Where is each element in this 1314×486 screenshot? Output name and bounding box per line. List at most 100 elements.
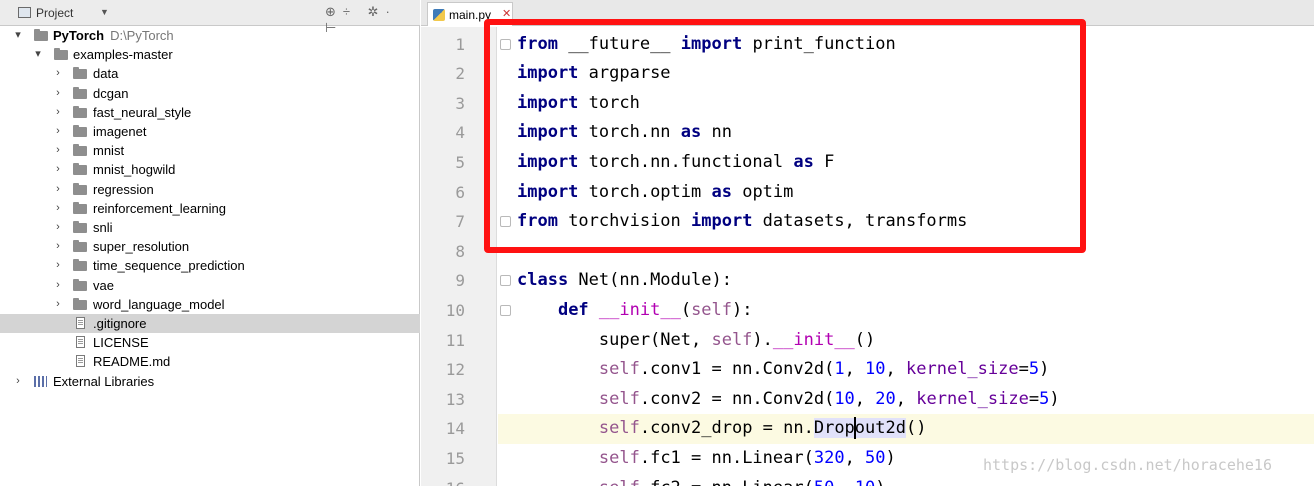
tree-item-label: mnist_hogwild (93, 162, 176, 178)
tree-item-file[interactable]: README.md (0, 352, 420, 371)
collapsed-arrow-icon[interactable]: › (52, 199, 64, 218)
code-text: self.conv1 = nn.Conv2d(1, 10, kernel_siz… (598, 359, 1050, 380)
watermark: https://blog.csdn.net/horacehe16 (983, 456, 1272, 474)
collapsed-arrow-icon[interactable]: › (52, 256, 64, 275)
code-line[interactable]: import torch.nn.functional as F (498, 148, 1314, 178)
folder-icon (73, 240, 87, 253)
code-line[interactable]: self.fc2 = nn.Linear(50, 10) (498, 474, 1314, 486)
code-text: import torch (517, 92, 640, 113)
line-number: 12 (445, 360, 465, 380)
tree-item-time-sequence-prediction[interactable]: › time_sequence_prediction (0, 256, 420, 275)
tree-item-file[interactable]: .gitignore (0, 314, 420, 333)
tree-item-super-resolution[interactable]: › super_resolution (0, 237, 420, 256)
tree-item-vae[interactable]: › vae (0, 276, 420, 295)
tree-item-examples-master[interactable]: ▾ examples-master (0, 45, 420, 64)
tree-item-word-language-model[interactable]: › word_language_model (0, 295, 420, 314)
tree-item-imagenet[interactable]: › imagenet (0, 122, 420, 141)
file-icon (76, 336, 85, 349)
tree-item-fast-neural-style[interactable]: › fast_neural_style (0, 103, 420, 122)
tree-item-label: examples-master (73, 47, 173, 63)
code-line[interactable]: def __init__(self): (498, 296, 1314, 326)
tree-item-mnist-hogwild[interactable]: › mnist_hogwild (0, 160, 420, 179)
tree-item-mnist[interactable]: › mnist (0, 141, 420, 160)
folder-icon (73, 278, 87, 291)
tree-item-regression[interactable]: › regression (0, 180, 420, 199)
tree-item-data[interactable]: › data (0, 64, 420, 83)
code-line[interactable]: class Net(nn.Module): (498, 266, 1314, 296)
collapsed-arrow-icon[interactable]: › (52, 103, 64, 122)
collapsed-arrow-icon[interactable]: › (52, 180, 64, 199)
collapsed-arrow-icon[interactable]: › (52, 84, 64, 103)
line-number: 6 (455, 182, 465, 202)
file-icon (76, 355, 85, 368)
code-line[interactable]: import argparse (498, 59, 1314, 89)
code-line[interactable]: import torch.nn as nn (498, 118, 1314, 148)
code-text: import torch.nn.functional as F (517, 152, 835, 172)
code-text: def __init__(self): (557, 300, 753, 320)
expand-arrow-icon[interactable]: ▾ (12, 26, 24, 45)
tree-item-label: data (93, 66, 119, 82)
code-line[interactable] (498, 237, 1314, 267)
tree-item-label: External Libraries (53, 373, 155, 389)
chevron-down-icon[interactable]: ▼ (100, 7, 109, 17)
fold-marker-icon[interactable] (500, 275, 511, 287)
code-line[interactable]: super(Net, self).__init__() (498, 326, 1314, 356)
collapsed-arrow-icon[interactable]: › (52, 141, 64, 160)
tree-item-dcgan[interactable]: › dcgan (0, 84, 420, 103)
fold-marker-icon[interactable] (500, 305, 511, 316)
code-editor[interactable]: from __future__ import print_function imp… (498, 27, 1314, 486)
project-view-icon (18, 7, 31, 18)
line-number: 15 (445, 449, 465, 468)
tree-item-root[interactable]: ▾ PyTorch D:\PyTorch (0, 26, 420, 45)
project-view-title[interactable]: Project (36, 6, 73, 20)
folder-icon (73, 297, 87, 310)
collapsed-arrow-icon[interactable]: › (52, 237, 64, 256)
tree-item-reinforcement-learning[interactable]: › reinforcement_learning (0, 199, 420, 218)
code-line[interactable]: self.conv1 = nn.Conv2d(1, 10, kernel_siz… (498, 355, 1314, 385)
tree-item-label: snli (93, 220, 113, 235)
collapsed-arrow-icon[interactable]: › (52, 276, 64, 295)
code-line[interactable]: import torch.optim as optim (498, 178, 1314, 208)
code-text: self.conv2 = nn.Conv2d(10, 20, kernel_si… (598, 388, 1060, 409)
code-line[interactable]: import torch (498, 89, 1314, 119)
folder-icon (73, 86, 87, 99)
tree-item-label: README.md (93, 354, 171, 370)
fold-marker-icon[interactable] (500, 216, 511, 228)
tab-label: main.py (449, 8, 492, 22)
collapsed-arrow-icon[interactable]: › (52, 160, 64, 179)
folder-icon (73, 105, 87, 118)
code-line[interactable]: self.conv2 = nn.Conv2d(10, 20, kernel_si… (498, 385, 1314, 415)
fold-marker-icon[interactable] (500, 38, 511, 50)
close-icon[interactable]: ✕ (502, 7, 511, 20)
tree-item-snli[interactable]: › snli (0, 218, 420, 237)
folder-icon (73, 163, 87, 176)
tree-item-file[interactable]: LICENSE (0, 333, 420, 352)
code-line[interactable]: self.conv2_drop = nn.Dropout2d() (498, 414, 1314, 444)
tree-item-label: imagenet (93, 124, 147, 139)
collapsed-arrow-icon[interactable]: › (52, 295, 64, 314)
collapsed-arrow-icon[interactable]: › (12, 372, 24, 391)
collapsed-arrow-icon[interactable]: › (52, 122, 64, 141)
folder-icon (73, 259, 87, 272)
tree-item-label: word_language_model (93, 296, 225, 312)
tree-item-label: PyTorch D:\PyTorch (53, 26, 174, 45)
line-number: 10 (445, 301, 465, 320)
expand-arrow-icon[interactable]: ▾ (32, 45, 44, 64)
project-panel: Project ▼ ⊕÷ ✲· ⊢ ▾ PyTorch D:\PyTorch ▾ exa… (0, 0, 420, 486)
code-line[interactable]: from torchvision import datasets, transf… (498, 207, 1314, 237)
code-text: class Net(nn.Module): (517, 270, 732, 291)
tree-item-label: time_sequence_prediction (93, 258, 245, 274)
line-number: 7 (455, 212, 465, 232)
line-number: 8 (455, 241, 465, 261)
collapsed-arrow-icon[interactable]: › (52, 218, 64, 237)
code-line[interactable]: from __future__ import print_function (498, 30, 1314, 60)
tree-item-label: super_resolution (93, 239, 190, 255)
collapsed-arrow-icon[interactable]: › (52, 64, 64, 83)
tree-item-label: fast_neural_style (93, 104, 192, 120)
line-number: 9 (455, 271, 465, 291)
code-text: self.conv2_drop = nn.Dropout2d() (598, 417, 927, 440)
tab-main-py[interactable]: main.py ✕ (427, 2, 513, 26)
code-text: import torch.nn as nn (517, 122, 732, 143)
tree-item-external-libraries[interactable]: › External Libraries (0, 372, 420, 391)
editor-tab-bar: main.py ✕ (421, 0, 1314, 26)
